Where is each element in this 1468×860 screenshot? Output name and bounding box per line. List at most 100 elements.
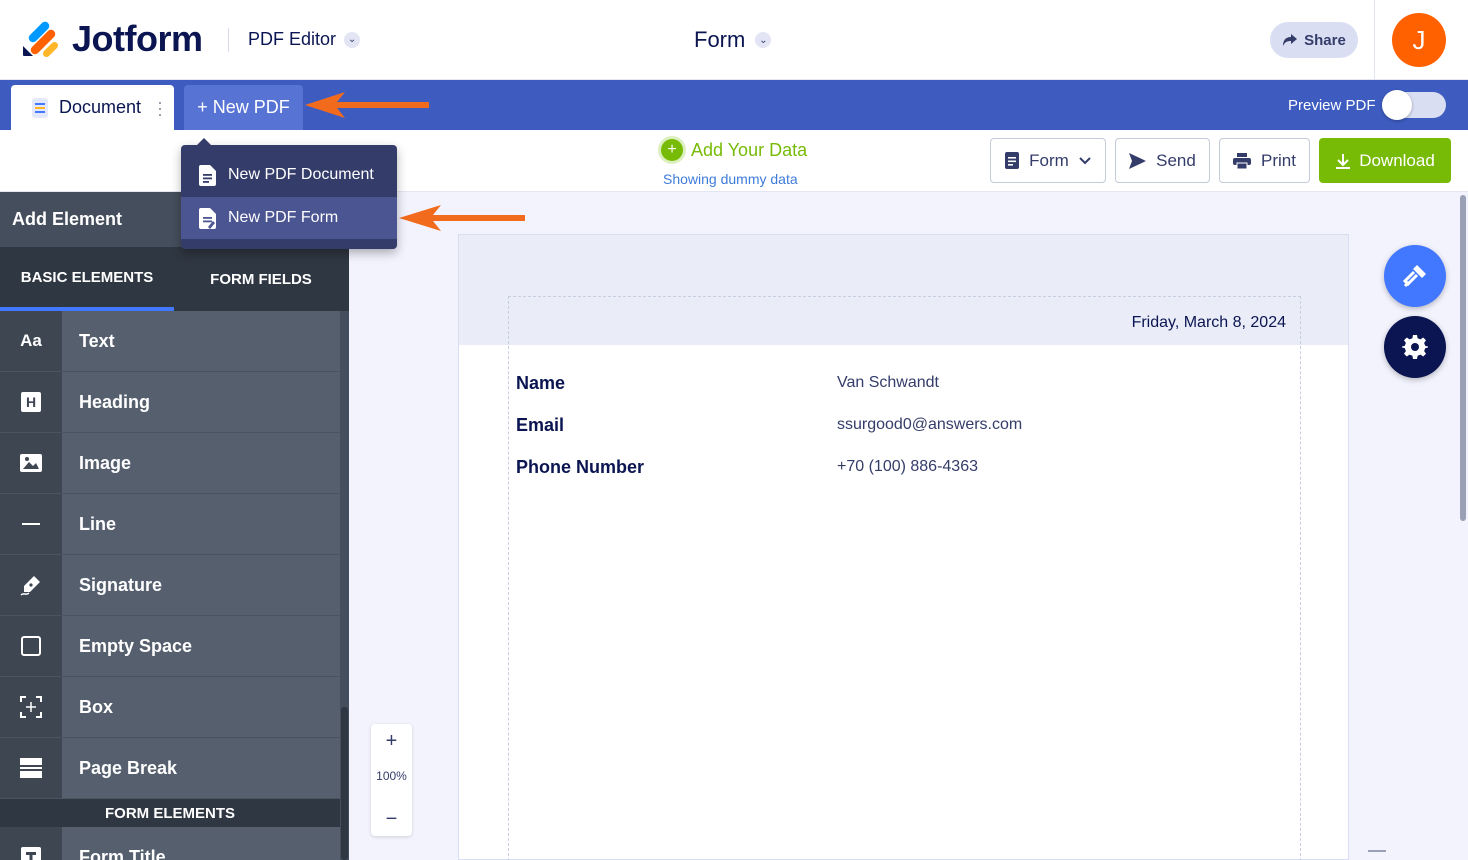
field-value-email[interactable]: ssurgood0@answers.com [837,416,1022,434]
zoom-level: 100% [376,769,407,783]
send-button[interactable]: Send [1115,138,1210,183]
jotform-logo-icon [23,21,58,57]
print-button[interactable]: Print [1219,138,1310,183]
menu-item-label: New PDF Document [228,166,374,183]
empty-space-icon [0,616,62,676]
preview-pdf-label: Preview PDF [1288,97,1376,114]
avatar[interactable]: J [1392,13,1446,67]
menu-item-new-pdf-form[interactable]: New PDF Form [181,197,397,239]
element-form-title[interactable]: Form Title [0,827,340,860]
preview-pdf-toggle[interactable] [1382,90,1446,120]
chevron-down-icon: ⌄ [344,31,361,48]
form-title-switcher[interactable]: Form ⌄ [694,27,772,53]
tab-form-fields[interactable]: FORM FIELDS [174,247,348,311]
download-label: Download [1359,150,1435,170]
trash-icon[interactable] [1368,850,1386,860]
tab-basic-elements[interactable]: BASIC ELEMENTS [0,247,174,311]
share-arrow-icon [1283,34,1298,46]
heading-icon-glyph: H [21,392,41,412]
field-label-phone[interactable]: Phone Number [516,457,644,478]
element-tabs: BASIC ELEMENTS FORM FIELDS [0,247,349,311]
field-label-email[interactable]: Email [516,415,564,436]
chevron-down-icon: ⌄ [755,32,772,48]
form-document-icon [199,207,216,229]
tab-document-label: Document [59,97,142,117]
gear-icon [1402,335,1428,359]
share-label: Share [1304,31,1346,49]
element-label: Heading [79,391,151,412]
line-icon [0,494,62,554]
annotation-arrow-icon [399,205,525,231]
element-text[interactable]: Aa Text [0,311,340,372]
element-box[interactable]: Box [0,677,340,738]
zoom-out-button[interactable]: − [371,808,412,831]
header-divider [228,28,229,52]
paint-roller-icon [1402,265,1426,288]
zoom-control: + 100% − [371,724,412,836]
dropdown-caret [197,138,211,145]
design-paint-button[interactable] [1384,245,1446,307]
printer-icon [1233,152,1252,169]
new-pdf-button[interactable]: + New PDF [184,85,303,130]
document-icon [199,164,216,186]
chevron-down-icon [1079,156,1091,164]
form-title-label: Form [694,27,746,52]
send-icon [1129,152,1147,169]
jotform-logo[interactable]: Jotform [22,18,203,60]
element-list: Aa Text H Heading Image Line Signature E… [0,311,340,860]
print-label: Print [1261,150,1296,170]
text-icon: Aa [0,311,62,371]
menu-item-new-pdf-document[interactable]: New PDF Document [181,154,397,196]
field-value-phone[interactable]: +70 (100) 886-4363 [837,458,978,476]
element-heading[interactable]: H Heading [0,372,340,433]
page-date[interactable]: Friday, March 8, 2024 [1132,314,1286,332]
brand-name: Jotform [72,18,203,59]
share-button[interactable]: Share [1270,22,1358,58]
new-pdf-dropdown: New PDF Document New PDF Form [181,138,397,249]
element-label: Line [79,513,117,534]
menu-item-label: New PDF Form [228,209,339,226]
element-label: Form Title [79,846,166,860]
page-break-icon [0,738,62,798]
box-icon [0,677,62,737]
add-your-data-label: Add Your Data [691,139,808,160]
download-icon [1336,153,1351,169]
add-your-data-button[interactable]: + Add Your Data [661,139,807,161]
download-button[interactable]: Download [1319,138,1451,183]
element-label: Page Break [79,757,178,778]
element-list-scrollbar-thumb[interactable] [341,707,348,860]
element-label: Text [79,330,115,351]
add-element-panel: Add Element BASIC ELEMENTS FORM FIELDS A… [0,192,349,860]
settings-button[interactable] [1384,316,1446,378]
element-image[interactable]: Image [0,433,340,494]
header-right-divider [1374,0,1375,80]
element-signature[interactable]: Signature [0,555,340,616]
element-label: Signature [79,574,163,595]
app-switcher[interactable]: PDF Editor ⌄ [248,29,361,50]
toggle-knob [1382,90,1412,120]
showing-dummy-data-link[interactable]: Showing dummy data [663,171,798,187]
element-label: Image [79,452,132,473]
canvas-scrollbar-thumb[interactable] [1460,195,1466,521]
field-value-name[interactable]: Van Schwandt [837,374,939,392]
plus-circle-icon: + [661,139,683,161]
kebab-menu-icon[interactable]: · · · [157,93,163,123]
form-select-button[interactable]: Form [990,138,1106,183]
form-elements-section: FORM ELEMENTS [0,799,340,827]
signature-icon [0,555,62,615]
document-icon [32,97,48,118]
element-empty-space[interactable]: Empty Space [0,616,340,677]
document-tab-bar: Document · · · + New PDF Preview PDF [0,80,1468,130]
element-page-break[interactable]: Page Break [0,738,340,799]
zoom-in-button[interactable]: + [371,730,412,753]
element-line[interactable]: Line [0,494,340,555]
pdf-page: Friday, March 8, 2024 Name Van Schwandt … [458,234,1349,860]
send-label: Send [1156,150,1196,170]
tab-document[interactable]: Document · · · [11,85,174,130]
form-document-icon [1005,152,1020,169]
image-icon [0,433,62,493]
heading-icon: H [0,372,62,432]
field-label-name[interactable]: Name [516,373,565,394]
top-header: Jotform PDF Editor ⌄ Form ⌄ Share J [0,0,1468,80]
annotation-arrow-icon [305,92,429,118]
